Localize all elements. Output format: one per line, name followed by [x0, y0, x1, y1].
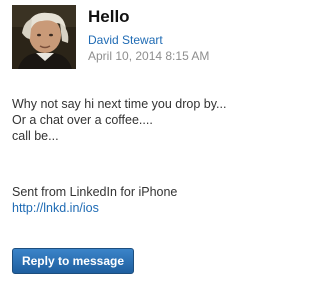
message-meta: Hello David Stewart April 10, 2014 8:15 …	[88, 5, 258, 64]
profile-photo-icon	[12, 5, 76, 69]
message-subject: Hello	[88, 7, 130, 26]
message-signature: Sent from LinkedIn for iPhone http://lnk…	[12, 184, 248, 216]
message-header: Hello David Stewart April 10, 2014 8:15 …	[12, 5, 248, 69]
signature-text: Sent from LinkedIn for iPhone	[12, 185, 178, 199]
reply-to-message-button[interactable]: Reply to message	[12, 248, 134, 274]
signature-link[interactable]: http://lnkd.in/ios	[12, 200, 248, 216]
message-body-line: call be...	[12, 129, 59, 143]
sender-avatar[interactable]	[12, 5, 76, 69]
message-body-line: Why not say hi next time you drop by...	[12, 97, 227, 111]
message-body-line: Or a chat over a coffee....	[12, 113, 153, 127]
message-timestamp: April 10, 2014 8:15 AM	[88, 49, 210, 63]
message-body: Why not say hi next time you drop by... …	[12, 96, 248, 144]
sender-name-link[interactable]: David Stewart	[88, 32, 258, 48]
